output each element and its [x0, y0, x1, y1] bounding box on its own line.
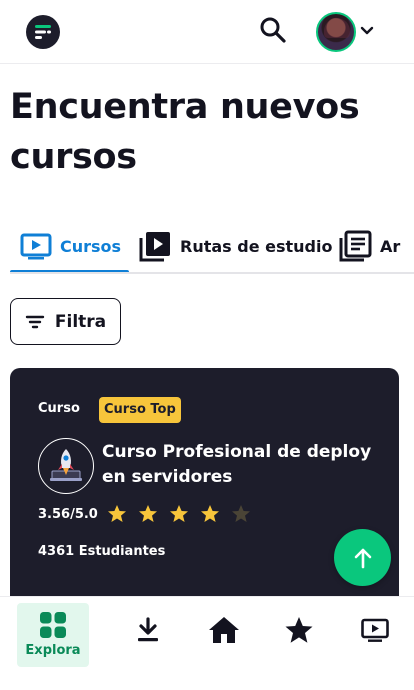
- nav-inicio[interactable]: [196, 605, 252, 655]
- play-video-icon: [20, 233, 52, 260]
- tab-label: Rutas de estudio: [180, 236, 333, 256]
- rocket-laptop-icon: [38, 438, 94, 494]
- platzi-logo-icon[interactable]: [26, 15, 60, 49]
- articles-icon: [339, 230, 372, 262]
- filter-icon: [25, 315, 45, 328]
- tab-articulos[interactable]: Ar: [338, 226, 400, 266]
- nav-favoritos[interactable]: [271, 605, 327, 655]
- nav-descargas[interactable]: [120, 605, 176, 655]
- top-bar: [0, 0, 414, 64]
- filter-label: Filtra: [54, 311, 107, 332]
- arrow-up-icon: [354, 548, 371, 568]
- playlist-icon: [139, 232, 170, 262]
- nav-label: Explora: [25, 643, 81, 658]
- star-empty-icon: [226, 504, 257, 524]
- rating-value: 3.56/5.0: [38, 506, 98, 522]
- course-title[interactable]: Curso Profesional de deploy en servidore…: [102, 440, 382, 490]
- scroll-top-button[interactable]: [334, 529, 391, 586]
- course-tabs: Cursos Rutas de estudio Ar: [10, 218, 414, 274]
- star-icon: [285, 617, 313, 643]
- nav-explora[interactable]: Explora: [17, 603, 89, 667]
- page-title: Encuentra nuevos cursos: [10, 87, 360, 177]
- grid-apps-icon: [40, 612, 66, 638]
- bottom-navigation: Explora: [0, 596, 414, 690]
- tv-play-icon: [361, 618, 389, 642]
- card-type-label: Curso: [38, 401, 80, 416]
- nav-clases[interactable]: [347, 605, 403, 655]
- star-filled-icon: [164, 504, 195, 524]
- tab-label: Ar: [380, 236, 401, 256]
- star-filled-icon: [133, 504, 164, 524]
- account-menu[interactable]: [314, 11, 378, 53]
- star-filled-icon: [102, 504, 133, 524]
- home-icon: [209, 617, 239, 643]
- chevron-down-icon: [360, 26, 374, 35]
- user-avatar: [316, 12, 356, 52]
- tab-label: Cursos: [60, 236, 122, 256]
- active-tab-indicator: [10, 270, 129, 272]
- search-icon[interactable]: [258, 15, 290, 47]
- tab-cursos[interactable]: Cursos: [20, 226, 121, 266]
- students-count: 4361 Estudiantes: [38, 544, 166, 559]
- filter-button[interactable]: Filtra: [10, 298, 121, 345]
- status-badge: Curso Top: [99, 397, 181, 423]
- download-icon: [138, 617, 158, 642]
- star-filled-icon: [195, 504, 226, 524]
- tab-rutas-de-estudio[interactable]: Rutas de estudio: [138, 226, 332, 266]
- course-rating: 3.56/5.0: [38, 504, 257, 524]
